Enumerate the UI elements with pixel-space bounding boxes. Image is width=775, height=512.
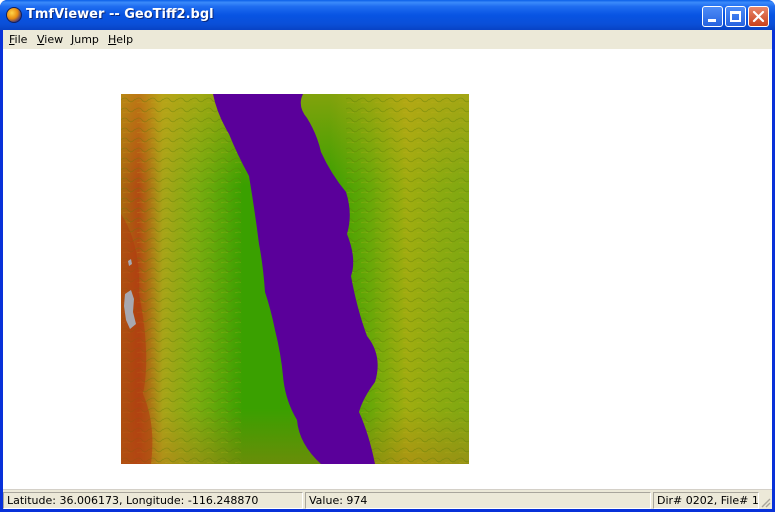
elevation-map-image [121, 94, 469, 464]
map-view[interactable] [3, 49, 772, 489]
menu-jump[interactable]: Jump [71, 33, 99, 46]
title-bar[interactable]: TmfViewer -- GeoTiff2.bgl [0, 0, 775, 30]
window-title: TmfViewer -- GeoTiff2.bgl [26, 7, 214, 22]
close-button[interactable] [748, 6, 769, 27]
minimize-icon [708, 19, 716, 22]
status-coordinates: Latitude: 36.006173, Longitude: -116.248… [3, 492, 303, 509]
menu-file[interactable]: File [9, 33, 27, 46]
menu-help[interactable]: Help [108, 33, 133, 46]
elevation-map[interactable] [121, 94, 469, 464]
menu-bar: File View Jump Help [3, 30, 772, 49]
client-area: File View Jump Help Latitude: 36.006173,… [3, 30, 772, 509]
globe-icon[interactable] [6, 7, 22, 23]
maximize-icon [730, 11, 741, 22]
app-window: TmfViewer -- GeoTiff2.bgl File View Jump… [0, 0, 775, 512]
menu-view[interactable]: View [37, 33, 63, 46]
status-bar: Latitude: 36.006173, Longitude: -116.248… [3, 489, 772, 509]
maximize-button[interactable] [725, 6, 746, 27]
resize-grip-icon[interactable] [759, 496, 771, 508]
status-file: Dir# 0202, File# 171 [653, 492, 759, 509]
minimize-button[interactable] [702, 6, 723, 27]
close-icon [752, 10, 765, 23]
status-value: Value: 974 [305, 492, 651, 509]
